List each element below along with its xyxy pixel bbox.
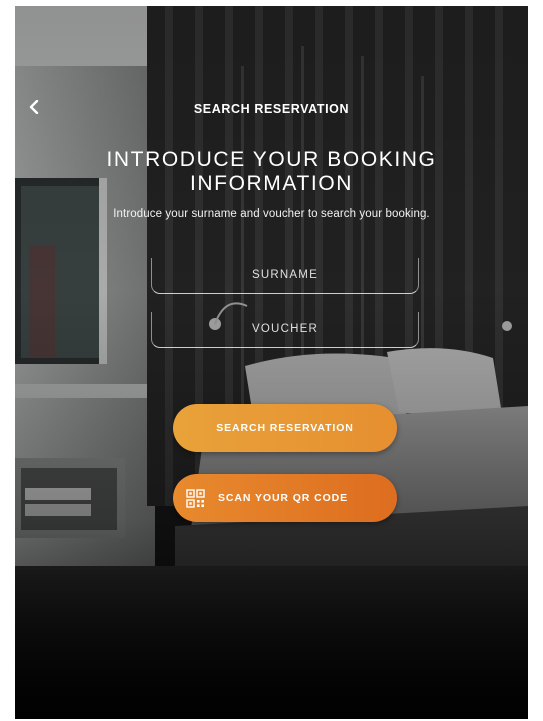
page-subtitle: Introduce your surname and voucher to se… bbox=[113, 208, 430, 220]
page-header-title: SEARCH RESERVATION bbox=[193, 102, 350, 116]
surname-placeholder: SURNAME bbox=[252, 269, 318, 281]
scan-qr-code-button[interactable]: SCAN YOUR QR CODE bbox=[173, 474, 397, 522]
search-reservation-button[interactable]: SEARCH RESERVATION bbox=[173, 404, 397, 452]
voucher-input[interactable]: VOUCHER bbox=[151, 312, 419, 348]
qr-code-icon bbox=[186, 488, 205, 508]
page-title: INTRODUCE YOUR BOOKING INFORMATION bbox=[106, 148, 437, 195]
app-screen: SEARCH RESERVATION INTRODUCE YOUR BOOKIN… bbox=[15, 6, 528, 719]
scan-qr-code-button-label: SCAN YOUR QR CODE bbox=[218, 492, 349, 504]
voucher-placeholder: VOUCHER bbox=[252, 323, 318, 335]
surname-input[interactable]: SURNAME bbox=[151, 258, 419, 294]
search-reservation-button-label: SEARCH RESERVATION bbox=[216, 422, 354, 434]
